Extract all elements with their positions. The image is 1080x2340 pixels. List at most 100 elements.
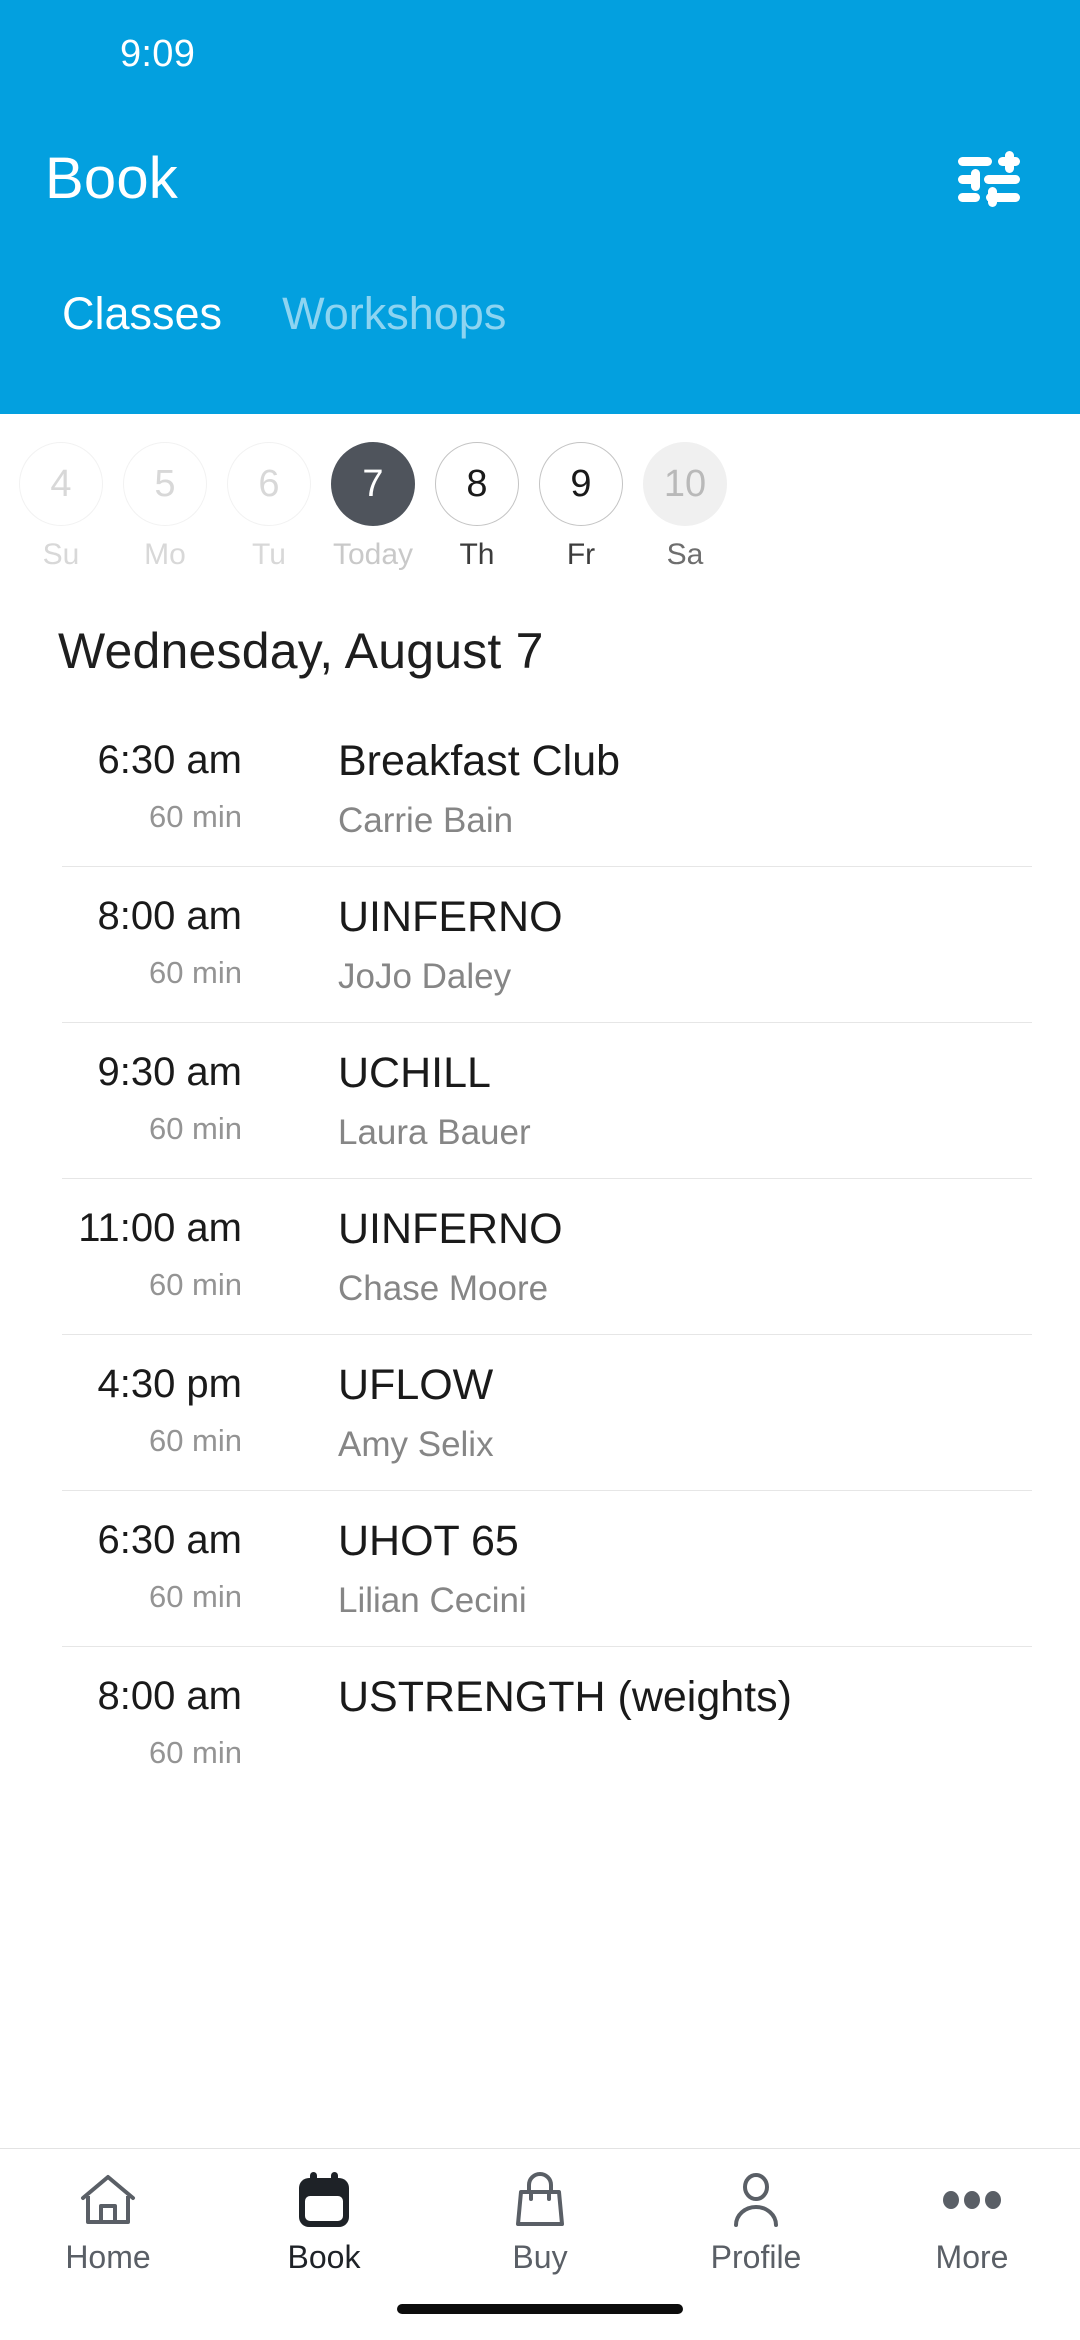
date-chip-label: Sa xyxy=(666,538,704,571)
filter-button[interactable] xyxy=(946,136,1032,222)
date-chip-5[interactable]: 5 Mo xyxy=(113,442,217,570)
class-time: 8:00 am xyxy=(97,894,242,938)
schedule-content: Wednesday, August 7 6:30 am 60 min Breakfa… xyxy=(0,584,1080,2340)
class-info-column: UINFERNO Chase Moore xyxy=(250,1205,1030,1308)
date-chip-number: 4 xyxy=(19,442,103,526)
class-instructor: Chase Moore xyxy=(338,1269,549,1308)
class-time-column: 8:00 am 60 min xyxy=(0,896,250,988)
class-row[interactable]: 8:00 am 60 min UINFERNO JoJo Daley xyxy=(0,866,1080,1022)
class-time-column: 11:00 am 60 min xyxy=(0,1208,250,1300)
class-info-column: UCHILL Laura Bauer xyxy=(250,1049,1030,1152)
class-row[interactable]: 11:00 am 60 min UINFERNO Chase Moore xyxy=(0,1178,1080,1334)
class-duration: 60 min xyxy=(148,955,242,990)
class-duration: 60 min xyxy=(148,1111,242,1146)
class-name: USTRENGTH (weights) xyxy=(338,1673,792,1721)
class-time-column: 6:30 am 60 min xyxy=(0,1520,250,1612)
date-selector-strip[interactable]: 4 Su 5 Mo 6 Tu 7 Today 8 Th 9 Fr 10 Sa xyxy=(0,414,1080,584)
class-info-column: UHOT 65 Lilian Cecini xyxy=(250,1517,1030,1620)
bag-icon xyxy=(515,2169,565,2231)
class-duration: 60 min xyxy=(148,1267,242,1302)
page-title: Book xyxy=(45,146,178,211)
tune-icon xyxy=(958,151,1020,207)
tab-workshops[interactable]: Workshops xyxy=(252,291,536,370)
class-instructor: Amy Selix xyxy=(338,1425,494,1464)
class-instructor: Lilian Cecini xyxy=(338,1581,527,1620)
class-row[interactable]: 4:30 pm 60 min UFLOW Amy Selix xyxy=(0,1334,1080,1490)
class-time-column: 6:30 am 60 min xyxy=(0,740,250,832)
date-heading: Wednesday, August 7 xyxy=(58,623,544,679)
date-chip-6[interactable]: 6 Tu xyxy=(217,442,321,570)
class-row[interactable]: 9:30 am 60 min UCHILL Laura Bauer xyxy=(0,1022,1080,1178)
class-list: 6:30 am 60 min Breakfast Club Carrie Bain 8:… xyxy=(0,710,1080,1796)
date-chip-label: Su xyxy=(42,538,80,571)
date-chip-number: 6 xyxy=(227,442,311,526)
calendar-icon xyxy=(298,2169,350,2231)
home-indicator xyxy=(397,2304,683,2314)
date-chip-label: Tu xyxy=(252,538,286,571)
app-header: 9:09 Book Classes Workshops xyxy=(0,0,1080,414)
class-time: 6:30 am xyxy=(97,1518,242,1562)
nav-item-book[interactable]: Book xyxy=(216,2169,432,2273)
class-duration: 60 min xyxy=(148,1423,242,1458)
date-chip-label: Th xyxy=(459,538,495,571)
date-chip-8[interactable]: 8 Th xyxy=(425,442,529,570)
date-chip-7[interactable]: 7 Today xyxy=(321,442,425,570)
tab-classes-label: Classes xyxy=(62,288,223,339)
nav-item-label: Book xyxy=(287,2239,361,2275)
class-info-column: UFLOW Amy Selix xyxy=(250,1361,1030,1464)
nav-item-label: Home xyxy=(65,2239,151,2275)
date-chip-label: Today xyxy=(332,538,414,571)
person-icon xyxy=(730,2169,782,2231)
date-chip-9[interactable]: 9 Fr xyxy=(529,442,633,570)
class-duration: 60 min xyxy=(148,799,242,834)
class-time: 8:00 am xyxy=(97,1674,242,1718)
nav-item-label: Buy xyxy=(512,2239,568,2275)
date-chip-number: 10 xyxy=(643,442,727,526)
class-duration: 60 min xyxy=(148,1735,242,1770)
class-time: 4:30 pm xyxy=(97,1362,242,1406)
date-chip-number: 8 xyxy=(435,442,519,526)
class-time-column: 8:00 am 60 min xyxy=(0,1676,250,1768)
app-bar: Book xyxy=(0,108,1080,250)
class-name: UCHILL xyxy=(338,1049,491,1097)
class-duration: 60 min xyxy=(148,1579,242,1614)
class-instructor: Laura Bauer xyxy=(338,1113,531,1152)
date-chip-4[interactable]: 4 Su xyxy=(9,442,113,570)
nav-item-home[interactable]: Home xyxy=(0,2169,216,2273)
class-row[interactable]: 6:30 am 60 min Breakfast Club Carrie Bain xyxy=(0,710,1080,866)
header-tabs: Classes Workshops xyxy=(0,250,1080,370)
nav-item-label: Profile xyxy=(710,2239,802,2275)
class-time-column: 9:30 am 60 min xyxy=(0,1052,250,1144)
date-chip-number: 9 xyxy=(539,442,623,526)
date-chip-label: Fr xyxy=(566,538,596,571)
ellipsis-icon xyxy=(942,2169,1002,2231)
nav-item-profile[interactable]: Profile xyxy=(648,2169,864,2273)
date-chip-number: 5 xyxy=(123,442,207,526)
class-time-column: 4:30 pm 60 min xyxy=(0,1364,250,1456)
class-name: UHOT 65 xyxy=(338,1517,519,1565)
nav-item-more[interactable]: More xyxy=(864,2169,1080,2273)
app-root: 9:09 Book Classes Workshops 4 Su 5 Mo 6 … xyxy=(0,0,1080,2340)
class-time: 6:30 am xyxy=(97,738,242,782)
class-name: UFLOW xyxy=(338,1361,494,1409)
class-name: Breakfast Club xyxy=(338,737,621,785)
class-time: 11:00 am xyxy=(78,1206,242,1250)
home-icon xyxy=(80,2169,136,2231)
class-info-column: USTRENGTH (weights) xyxy=(250,1676,1030,1719)
status-bar-clock: 9:09 xyxy=(120,33,196,75)
class-name: UINFERNO xyxy=(338,1205,563,1253)
class-row[interactable]: 8:00 am 60 min USTRENGTH (weights) xyxy=(0,1646,1080,1796)
date-chip-number: 7 xyxy=(331,442,415,526)
class-instructor: Carrie Bain xyxy=(338,801,514,840)
nav-item-buy[interactable]: Buy xyxy=(432,2169,648,2273)
status-bar: 9:09 xyxy=(0,0,1080,108)
tab-workshops-label: Workshops xyxy=(282,288,507,339)
date-chip-label: Mo xyxy=(144,538,186,571)
class-time: 9:30 am xyxy=(97,1050,242,1094)
class-row[interactable]: 6:30 am 60 min UHOT 65 Lilian Cecini xyxy=(0,1490,1080,1646)
nav-item-label: More xyxy=(935,2239,1009,2275)
date-chip-10[interactable]: 10 Sa xyxy=(633,442,737,570)
class-instructor: JoJo Daley xyxy=(338,957,512,996)
class-info-column: UINFERNO JoJo Daley xyxy=(250,896,1030,996)
tab-classes[interactable]: Classes xyxy=(32,291,252,370)
